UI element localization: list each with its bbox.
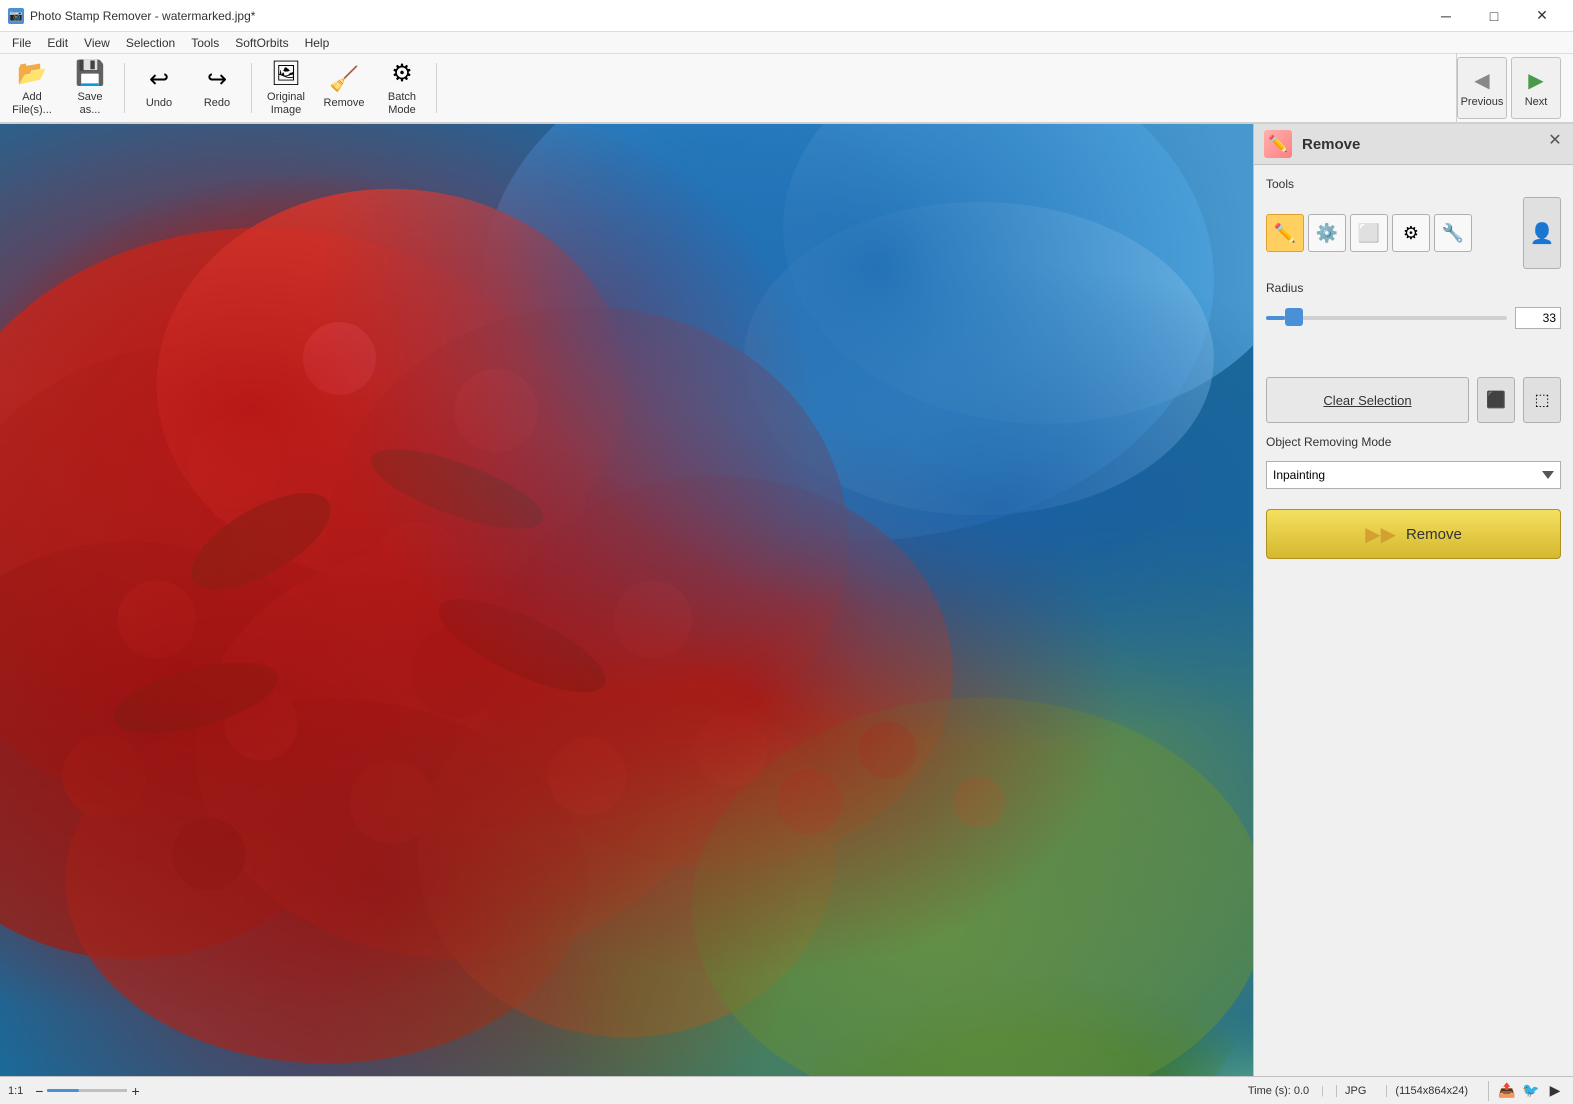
save-as-icon: 💾: [75, 59, 105, 88]
save-as-label: Saveas...: [77, 91, 102, 117]
redo-button[interactable]: ↪ Redo: [189, 57, 245, 119]
toolbox-panel: ✏️ Remove ✕ Tools ✏️ ⚙️ ⬜ ⚙ 🔧 👤 R: [1253, 124, 1573, 1076]
window-title: Photo Stamp Remover - watermarked.jpg*: [30, 9, 255, 23]
menu-selection[interactable]: Selection: [118, 32, 183, 54]
nav-area: ◀ Previous ▶ Next: [1456, 53, 1569, 123]
radius-label: Radius: [1266, 281, 1561, 295]
main-area: ✏️ Remove ✕ Tools ✏️ ⚙️ ⬜ ⚙ 🔧 👤 R: [0, 124, 1573, 1076]
app-icon: 📷: [8, 8, 24, 24]
minimize-button[interactable]: ─: [1423, 0, 1469, 32]
add-files-icon: 📂: [17, 59, 47, 88]
toolbox-icon: ✏️: [1264, 130, 1292, 158]
batch-mode-label: BatchMode: [388, 91, 416, 117]
batch-mode-icon: ⚙: [391, 59, 413, 88]
tools-row: ✏️ ⚙️ ⬜ ⚙ 🔧 👤: [1266, 197, 1561, 269]
mode-label: Object Removing Mode: [1266, 435, 1561, 449]
next-label: Next: [1525, 96, 1548, 108]
add-files-button[interactable]: 📂 AddFile(s)...: [4, 57, 60, 119]
zoom-minus-icon[interactable]: −: [35, 1083, 43, 1099]
radius-input[interactable]: [1515, 307, 1561, 329]
pencil-tool-button[interactable]: ✏️: [1266, 214, 1304, 252]
menu-file[interactable]: File: [4, 32, 39, 54]
status-share-button[interactable]: 📤: [1497, 1081, 1517, 1101]
zoom-level: 1:1: [8, 1085, 23, 1097]
menu-help[interactable]: Help: [297, 32, 338, 54]
remove-action-label: Remove: [1406, 526, 1462, 543]
undo-label: Undo: [146, 97, 172, 110]
status-video-button[interactable]: ▶: [1545, 1081, 1565, 1101]
tools-label: Tools: [1266, 177, 1561, 191]
remove-action-icon: ▶▶: [1365, 522, 1396, 547]
menu-view[interactable]: View: [76, 32, 118, 54]
canvas-image[interactable]: [0, 124, 1253, 1076]
color-pick-tool-button[interactable]: 🔧: [1434, 214, 1472, 252]
radius-slider-fill: [1266, 316, 1285, 320]
select-paste-button[interactable]: ⬚: [1523, 377, 1561, 423]
toolbar-sep-3: [436, 63, 437, 113]
remove-label: Remove: [324, 97, 365, 110]
status-time: Time (s): 0.0: [1248, 1085, 1309, 1097]
zoom-slider[interactable]: [47, 1089, 127, 1092]
title-bar: 📷 Photo Stamp Remover - watermarked.jpg*…: [0, 0, 1573, 32]
radius-row: [1266, 307, 1561, 329]
add-files-label: AddFile(s)...: [12, 91, 52, 117]
stamp-tool-button[interactable]: 👤: [1523, 197, 1561, 269]
zoom-control: 1:1: [8, 1085, 23, 1097]
original-image-button[interactable]: 🖼 OriginalImage: [258, 57, 314, 119]
maximize-button[interactable]: □: [1471, 0, 1517, 32]
zoom-slider-area: − +: [35, 1083, 139, 1099]
toolbox-body: Tools ✏️ ⚙️ ⬜ ⚙ 🔧 👤 Radius: [1254, 165, 1573, 571]
toolbar-sep-1: [124, 63, 125, 113]
menu-edit[interactable]: Edit: [39, 32, 76, 54]
menu-softorbits[interactable]: SoftOrbits: [227, 32, 296, 54]
toolbar: 📂 AddFile(s)... 💾 Saveas... ↩ Undo ↪ Red…: [0, 54, 1573, 124]
prev-arrow-icon: ◀: [1474, 68, 1489, 93]
select-copy-button[interactable]: ⬛: [1477, 377, 1515, 423]
remove-icon: 🧹: [329, 65, 359, 94]
clear-selection-button[interactable]: Clear Selection: [1266, 377, 1469, 423]
status-divider-1: |: [1321, 1085, 1324, 1097]
undo-button[interactable]: ↩ Undo: [131, 57, 187, 119]
rect-select-tool-button[interactable]: ⬜: [1350, 214, 1388, 252]
status-bar: 1:1 − + Time (s): 0.0 | JPG (1154x864x24…: [0, 1076, 1573, 1104]
redo-label: Redo: [204, 97, 230, 110]
spacer-area: [1266, 341, 1561, 361]
original-image-icon: 🖼: [271, 59, 301, 88]
previous-button[interactable]: ◀ Previous: [1457, 57, 1507, 119]
window-controls: ─ □ ✕: [1423, 0, 1565, 32]
status-dimensions: (1154x864x24): [1386, 1085, 1476, 1097]
mode-select[interactable]: Inpainting Content-Aware Fill Fast: [1266, 461, 1561, 489]
original-image-label: OriginalImage: [267, 91, 305, 117]
status-social-button[interactable]: 🐦: [1521, 1081, 1541, 1101]
prev-label: Previous: [1461, 96, 1504, 108]
remove-button[interactable]: 🧹 Remove: [316, 57, 372, 119]
toolbar-sep-2: [251, 63, 252, 113]
magic-wand-tool-button[interactable]: ⚙️: [1308, 214, 1346, 252]
canvas-area[interactable]: [0, 124, 1253, 1076]
status-icons: 📤 🐦 ▶: [1488, 1081, 1565, 1101]
zoom-plus-icon[interactable]: +: [131, 1083, 139, 1099]
radius-slider-thumb[interactable]: [1285, 308, 1303, 326]
toolbox-close-button[interactable]: ✕: [1545, 130, 1565, 150]
settings-tool-button[interactable]: ⚙: [1392, 214, 1430, 252]
toolbox-title: Remove: [1302, 136, 1360, 153]
undo-icon: ↩: [149, 65, 169, 94]
status-format: JPG: [1336, 1085, 1374, 1097]
mode-section: Object Removing Mode Inpainting Content-…: [1266, 435, 1561, 489]
toolbox-header: ✏️ Remove ✕: [1254, 124, 1573, 165]
save-as-button[interactable]: 💾 Saveas...: [62, 57, 118, 119]
batch-mode-button[interactable]: ⚙ BatchMode: [374, 57, 430, 119]
redo-icon: ↪: [207, 65, 227, 94]
photo-canvas: [0, 124, 1253, 1076]
remove-action-button[interactable]: ▶▶ Remove: [1266, 509, 1561, 559]
tools-section: Tools ✏️ ⚙️ ⬜ ⚙ 🔧 👤: [1266, 177, 1561, 269]
action-row: Clear Selection ⬛ ⬚: [1266, 377, 1561, 423]
close-button[interactable]: ✕: [1519, 0, 1565, 32]
menu-tools[interactable]: Tools: [183, 32, 227, 54]
radius-section: Radius: [1266, 281, 1561, 329]
next-button[interactable]: ▶ Next: [1511, 57, 1561, 119]
menu-bar: File Edit View Selection Tools SoftOrbit…: [0, 32, 1573, 54]
next-arrow-icon: ▶: [1528, 68, 1543, 93]
radius-slider[interactable]: [1266, 316, 1507, 320]
